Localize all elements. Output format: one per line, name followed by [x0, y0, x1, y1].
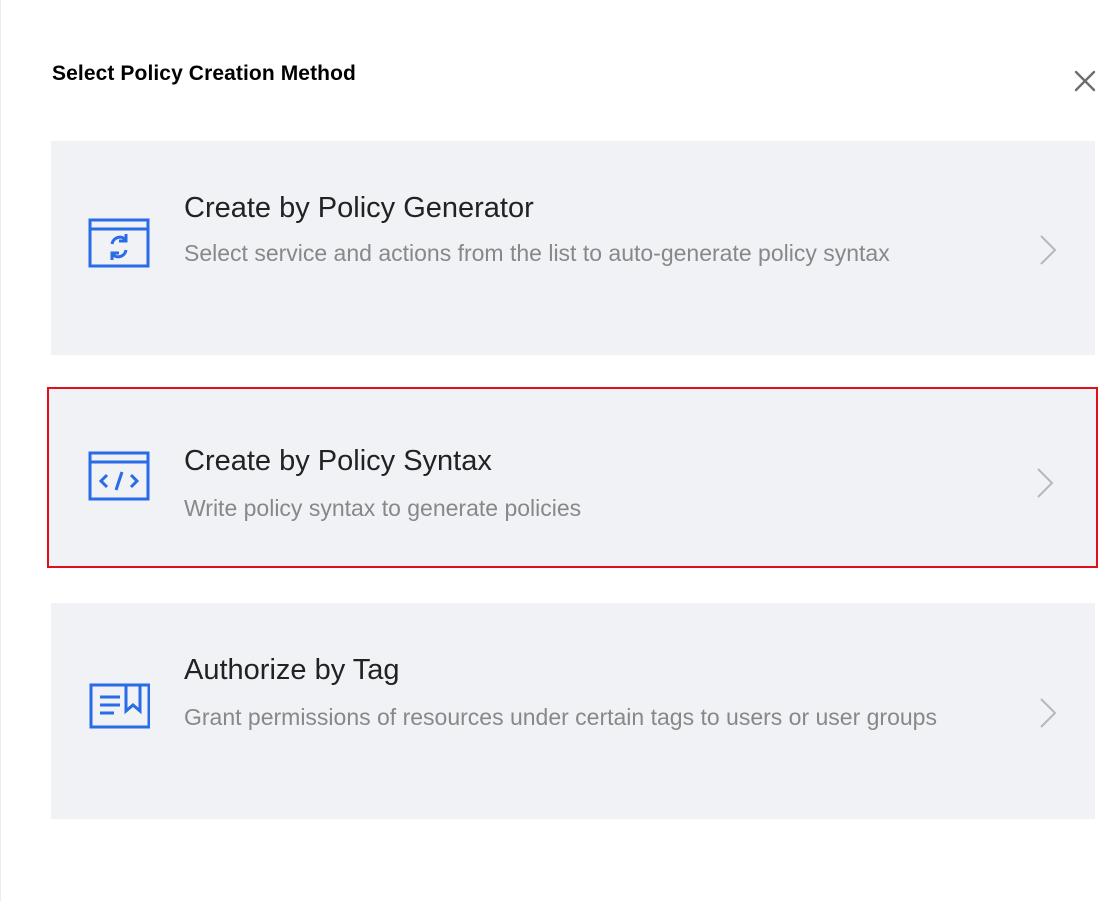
option-description: Select service and actions from the list… [184, 240, 890, 266]
close-icon [1074, 70, 1096, 92]
option-authorize-by-tag[interactable]: Authorize by Tag Grant permissions of re… [51, 603, 1095, 819]
close-button[interactable] [1072, 68, 1098, 94]
policy-creation-dialog: Select Policy Creation Method Create by … [0, 0, 1120, 901]
option-policy-generator[interactable]: Create by Policy Generator Select servic… [51, 141, 1095, 355]
option-title: Authorize by Tag [184, 654, 400, 686]
tag-document-icon [88, 679, 150, 729]
chevron-right-icon [1039, 697, 1057, 729]
option-policy-syntax[interactable]: Create by Policy Syntax Write policy syn… [47, 387, 1098, 568]
refresh-window-icon [88, 218, 150, 268]
dialog-header: Select Policy Creation Method [52, 56, 1120, 96]
option-title: Create by Policy Generator [184, 192, 534, 224]
chevron-right-icon [1036, 467, 1054, 499]
dialog-title: Select Policy Creation Method [52, 62, 356, 85]
option-title: Create by Policy Syntax [184, 445, 492, 477]
code-window-icon [88, 451, 150, 501]
option-description: Write policy syntax to generate policies [184, 495, 582, 521]
chevron-right-icon [1039, 234, 1057, 266]
option-description: Grant permissions of resources under cer… [184, 704, 937, 730]
